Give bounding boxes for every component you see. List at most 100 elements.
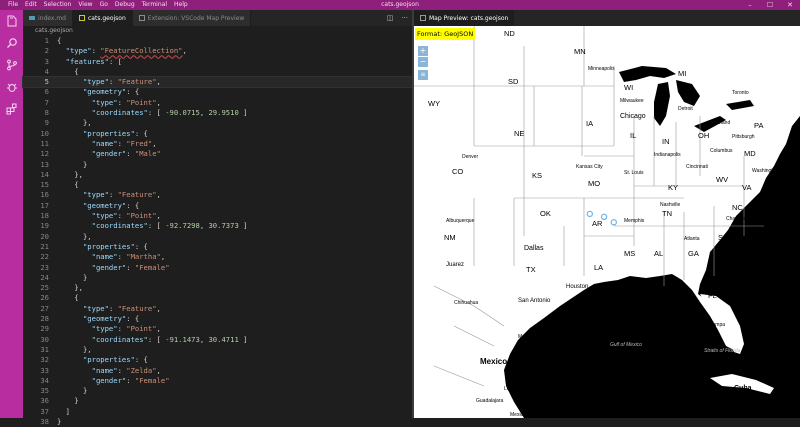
code-line[interactable]: 33 "name": "Zelda", — [23, 366, 412, 376]
explorer-icon[interactable] — [0, 10, 23, 32]
code-line[interactable]: 32 "properties": { — [23, 355, 412, 365]
line-number: 30 — [40, 334, 49, 344]
search-icon[interactable] — [0, 32, 23, 54]
line-text: }, — [57, 344, 92, 354]
code-line[interactable]: 8 "coordinates": [ -90.0715, 29.9510 ] — [23, 108, 412, 118]
code-line[interactable]: 6 "geometry": { — [23, 87, 412, 97]
code-line[interactable]: 23 "gender": "Female" — [23, 263, 412, 273]
code-line[interactable]: 9 }, — [23, 118, 412, 128]
line-text: "coordinates": [ -90.0715, 29.9510 ] — [91, 108, 248, 118]
code-line[interactable]: 21 "properties": { — [23, 242, 412, 252]
format-badge: Format: GeoJSON — [415, 28, 476, 40]
code-line[interactable]: 5 "type": "Feature", — [22, 76, 413, 89]
line-text: { — [57, 180, 79, 190]
map-view[interactable]: ND MN SD WI MI WY IA NE IL IN OH PA CO K… — [414, 26, 800, 418]
source-control-icon[interactable] — [0, 54, 23, 76]
code-line[interactable]: 34 "gender": "Female" — [23, 376, 412, 386]
zoom-in-button[interactable]: + — [418, 46, 428, 56]
code-line[interactable]: 22 "name": "Martha", — [23, 252, 412, 262]
tab-index-md[interactable]: index.md — [23, 10, 73, 26]
code-line[interactable]: 18 "type": "Point", — [23, 211, 412, 221]
code-line[interactable]: 17 "geometry": { — [23, 201, 412, 211]
split-editor-icon[interactable]: ◫ — [387, 14, 394, 22]
line-text: "geometry": { — [82, 200, 140, 210]
line-text: "type": "FeatureCollection", — [65, 46, 187, 56]
menu-edit[interactable]: Edit — [25, 0, 37, 10]
line-number: 21 — [40, 241, 49, 251]
code-line[interactable]: 30 "coordinates": [ -91.1473, 30.4711 ] — [23, 335, 412, 345]
layers-button[interactable]: ≡ — [418, 70, 428, 80]
state-label: LA — [594, 263, 603, 272]
code-line[interactable]: 10 "properties": { — [23, 129, 412, 139]
code-line[interactable]: 20 }, — [23, 232, 412, 242]
state-label: NM — [444, 233, 456, 242]
code-line[interactable]: 14 }, — [23, 170, 412, 180]
code-line[interactable]: 26 { — [23, 293, 412, 303]
code-line[interactable]: 2 "type": "FeatureCollection", — [23, 46, 412, 56]
city-label: Indianapolis — [654, 152, 681, 158]
code-line[interactable]: 15 { — [23, 180, 412, 190]
minimize-button[interactable]: – — [740, 0, 760, 10]
menu-help[interactable]: Help — [174, 0, 188, 10]
title-bar: File Edit Selection View Go Debug Termin… — [0, 0, 800, 10]
city-label: Dallas — [524, 245, 544, 252]
code-line[interactable]: 16 "type": "Feature", — [23, 190, 412, 200]
line-text: "type": "Point", — [91, 211, 161, 221]
code-line[interactable]: 36 } — [23, 396, 412, 406]
line-text: }, — [57, 169, 83, 179]
line-number: 4 — [44, 66, 49, 76]
line-number: 25 — [40, 283, 49, 293]
code-line[interactable]: 19 "coordinates": [ -92.7298, 30.7373 ] — [23, 221, 412, 231]
zoom-out-button[interactable]: − — [418, 57, 428, 67]
tab-map-preview[interactable]: Map Preview: cats.geojson — [414, 10, 515, 26]
line-text: "gender": "Female" — [91, 375, 170, 385]
tab-cats-geojson[interactable]: cats.geojson — [72, 10, 133, 26]
state-label: PA — [754, 121, 763, 130]
code-line[interactable]: 37 ] — [23, 407, 412, 417]
extensions-icon[interactable] — [0, 98, 23, 120]
city-label: Cincinnati — [686, 164, 708, 170]
code-line[interactable]: 13 } — [23, 160, 412, 170]
code-line[interactable]: 29 "type": "Point", — [23, 324, 412, 334]
city-label: Atlanta — [684, 236, 700, 242]
code-line[interactable]: 3 "features": [ — [23, 57, 412, 67]
code-line[interactable]: 35 } — [23, 386, 412, 396]
code-line[interactable]: 24 } — [23, 273, 412, 283]
activity-bar — [0, 10, 23, 418]
code-line[interactable]: 25 }, — [23, 283, 412, 293]
menu-selection[interactable]: Selection — [44, 0, 72, 10]
menu-debug[interactable]: Debug — [115, 0, 135, 10]
maximize-button[interactable]: ☐ — [760, 0, 780, 10]
code-line[interactable]: 12 "gender": "Male" — [23, 149, 412, 159]
code-line[interactable]: 38} — [23, 417, 412, 427]
code-line[interactable]: 31 }, — [23, 345, 412, 355]
code-line[interactable]: 11 "name": "Fred", — [23, 139, 412, 149]
code-line[interactable]: 7 "type": "Point", — [23, 98, 412, 108]
state-label: KS — [532, 171, 542, 180]
state-label: WV — [716, 175, 728, 184]
line-text: "type": "Point", — [91, 324, 161, 334]
line-number: 23 — [40, 262, 49, 272]
code-editor[interactable]: 1{2 "type": "FeatureCollection", 3 "featu… — [22, 36, 413, 427]
code-line[interactable]: 4 { — [23, 67, 412, 77]
menu-terminal[interactable]: Terminal — [142, 0, 167, 10]
tab-extension-map-preview[interactable]: Extension: VSCode Map Preview — [132, 10, 252, 26]
state-label: NE — [514, 129, 524, 138]
code-line[interactable]: 28 "geometry": { — [23, 314, 412, 324]
line-number: 29 — [40, 324, 49, 334]
more-actions-icon[interactable]: ··· — [401, 14, 408, 22]
code-line[interactable]: 27 "type": "Feature", — [23, 304, 412, 314]
line-text: "coordinates": [ -92.7298, 30.7373 ] — [91, 221, 248, 231]
menu-go[interactable]: Go — [100, 0, 108, 10]
code-line[interactable]: 1{ — [23, 36, 412, 46]
state-label: IL — [630, 131, 636, 140]
line-text: } — [57, 386, 88, 396]
state-label: IN — [662, 137, 670, 146]
menu-view[interactable]: View — [78, 0, 92, 10]
line-number: 14 — [40, 169, 49, 179]
close-window-button[interactable]: ✕ — [780, 0, 800, 10]
breadcrumb[interactable]: cats.geojson — [23, 26, 412, 36]
debug-icon[interactable] — [0, 76, 23, 98]
menu-file[interactable]: File — [8, 0, 18, 10]
line-text: }, — [57, 231, 92, 241]
